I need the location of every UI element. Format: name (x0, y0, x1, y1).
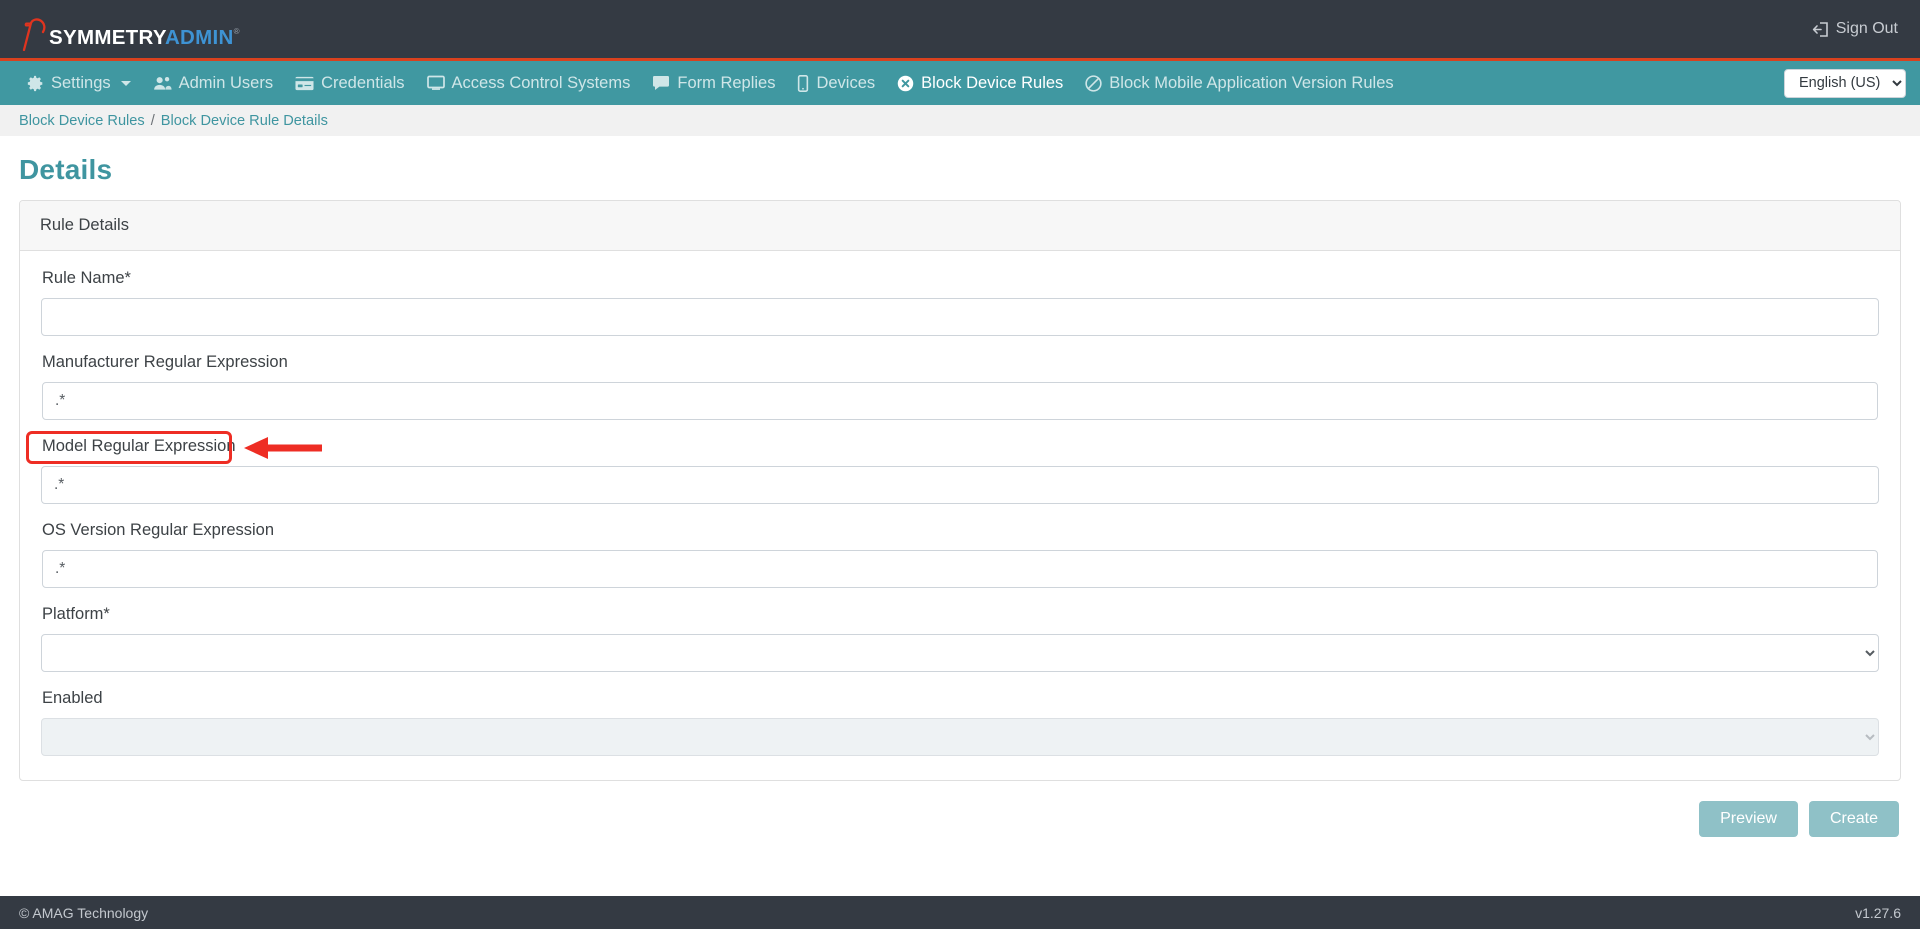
nav-item-admin-users[interactable]: Admin Users (142, 61, 284, 105)
field-label: Rule Name* (42, 269, 131, 287)
nav-item-label: Form Replies (677, 73, 776, 92)
field-manufacturer-regex: Manufacturer Regular Expression (41, 351, 1879, 420)
field-platform: Platform* (41, 603, 1879, 672)
symmetry-bird-mark-icon (20, 17, 48, 52)
breadcrumb-parent-link[interactable]: Block Device Rules (19, 113, 145, 129)
field-label: Platform* (42, 605, 110, 623)
model-regex-input[interactable] (41, 466, 1879, 504)
nav-item-label: Settings (51, 73, 111, 92)
comment-icon (652, 75, 670, 91)
top-header: SYMMETRYADMIN® Sign Out (0, 0, 1920, 61)
card-icon (295, 76, 314, 91)
logo-secondary-text: ADMIN (164, 25, 234, 49)
nav-item-label: Block Mobile Application Version Rules (1109, 73, 1394, 92)
nav-item-label: Credentials (321, 73, 405, 92)
chevron-down-icon (120, 80, 131, 86)
mobile-icon (797, 74, 809, 92)
field-enabled: Enabled (41, 687, 1879, 756)
logo-trademark: ® (233, 26, 240, 36)
users-icon (153, 75, 172, 91)
nav-item-form-replies[interactable]: Form Replies (641, 61, 786, 105)
field-label: OS Version Regular Expression (42, 521, 275, 539)
card-body: Rule Name* Manufacturer Regular Expressi… (20, 251, 1900, 780)
breadcrumb-current: Block Device Rule Details (160, 112, 328, 129)
nav-item-label: Admin Users (178, 73, 274, 92)
nav-item-label: Block Device Rules (921, 73, 1064, 92)
breadcrumb: Block Device Rules / Block Device Rule D… (0, 105, 1920, 136)
card-header: Rule Details (20, 201, 1900, 251)
sign-out-icon (1812, 21, 1829, 38)
field-label: Model Regular Expression (42, 437, 236, 455)
times-circle-icon (897, 75, 914, 92)
app-logo[interactable]: SYMMETRYADMIN® (20, 9, 240, 52)
field-label: Enabled (42, 689, 103, 707)
field-rule-name: Rule Name* (41, 267, 1879, 336)
platform-select[interactable] (41, 634, 1879, 672)
field-model-regex: Model Regular Expression (41, 435, 1879, 504)
language-select[interactable]: English (US) (1784, 68, 1906, 98)
nav-item-label: Access Control Systems (451, 73, 631, 92)
rule-name-input[interactable] (41, 298, 1879, 336)
os-version-regex-input[interactable] (42, 550, 1878, 588)
nav-item-settings[interactable]: Settings (16, 61, 142, 105)
breadcrumb-separator: / (150, 112, 155, 129)
nav-item-credentials[interactable]: Credentials (284, 61, 415, 105)
create-button[interactable]: Create (1808, 801, 1899, 837)
main-navigation: Settings Admin Users Credentials Access … (0, 61, 1920, 105)
nav-item-block-mobile-application-version-rules[interactable]: Block Mobile Application Version Rules (1074, 61, 1404, 105)
rule-details-card: Rule Details Rule Name* Manufacturer Reg… (19, 200, 1901, 781)
sign-out-button[interactable]: Sign Out (1812, 20, 1898, 38)
logo-primary-text: SYMMETRY (49, 25, 165, 49)
nav-item-access-control-systems[interactable]: Access Control Systems (416, 61, 642, 105)
nav-item-devices[interactable]: Devices (786, 61, 886, 105)
monitor-icon (426, 75, 445, 91)
footer: © AMAG Technology v1.27.6 (0, 896, 1920, 929)
page-title: Details (19, 154, 113, 185)
nav-item-list: Settings Admin Users Credentials Access … (16, 61, 1405, 105)
nav-item-label: Devices (816, 73, 876, 92)
manufacturer-regex-input[interactable] (42, 382, 1878, 420)
form-actions: Preview Create (0, 781, 1920, 837)
field-os-version-regex: OS Version Regular Expression (41, 519, 1879, 588)
ban-icon (1085, 74, 1102, 92)
preview-button[interactable]: Preview (1699, 801, 1798, 837)
footer-version: v1.27.6 (1855, 904, 1901, 921)
gear-icon (27, 75, 44, 92)
field-label: Manufacturer Regular Expression (42, 353, 288, 371)
footer-copyright: © AMAG Technology (19, 904, 149, 921)
enabled-select[interactable] (41, 718, 1879, 756)
sign-out-label: Sign Out (1835, 20, 1898, 37)
nav-item-block-device-rules[interactable]: Block Device Rules (886, 61, 1074, 105)
